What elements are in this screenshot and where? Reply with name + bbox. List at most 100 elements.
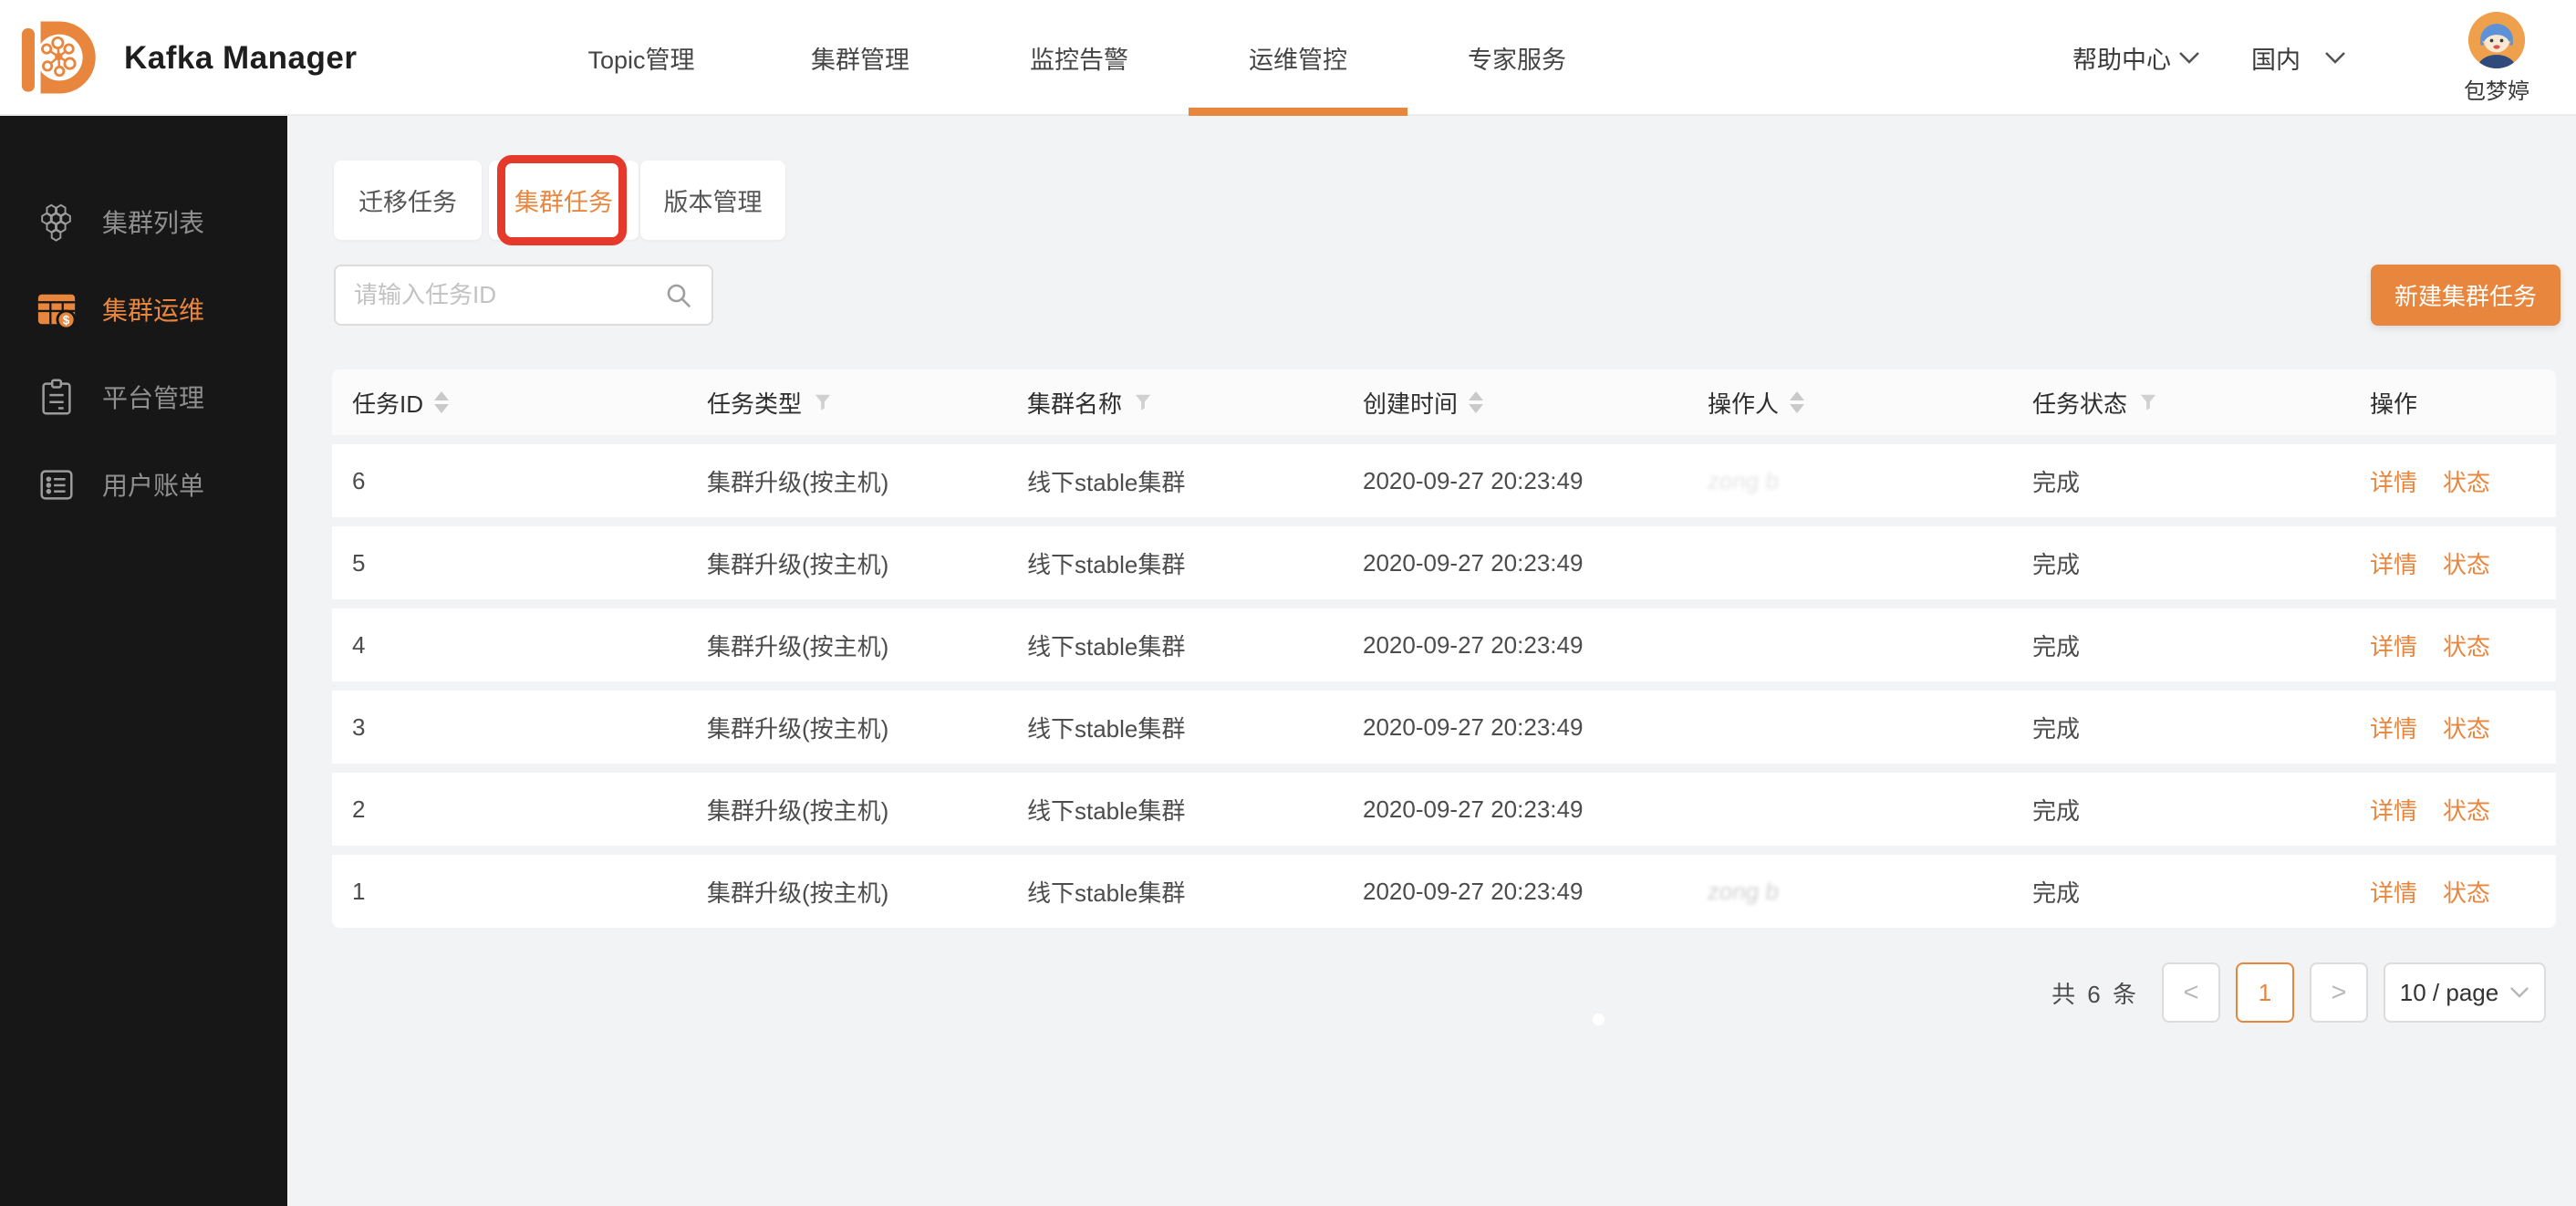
cell-operator-redacted: zong b	[1706, 466, 1781, 494]
sidebar-item-cluster-list[interactable]: 集群列表	[0, 178, 287, 265]
sidebar-item-label: 平台管理	[102, 384, 205, 412]
next-page-button[interactable]: >	[2310, 962, 2368, 1023]
search-input[interactable]	[354, 281, 664, 309]
cell-status: 完成	[2032, 632, 2081, 660]
nav-expert-service[interactable]: 专家服务	[1407, 0, 1626, 116]
page-size-select[interactable]: 10 / page	[2384, 962, 2546, 1023]
sort-icon[interactable]	[1790, 391, 1805, 413]
table-row: 6 集群升级(按主机) 线下stable集群 2020-09-27 20:23:…	[332, 444, 2556, 517]
tab-version-management[interactable]: 版本管理	[640, 161, 785, 240]
cell-task-type: 集群升级(按主机)	[707, 714, 889, 743]
username: 包梦婷	[2464, 79, 2529, 104]
tab-migration-tasks[interactable]: 迁移任务	[334, 161, 482, 240]
nav-cluster-management[interactable]: 集群管理	[751, 0, 970, 116]
sidebar-item-platform-management[interactable]: 平台管理	[0, 353, 287, 441]
sidebar-item-user-billing[interactable]: 用户账单	[0, 441, 287, 528]
table-row: 2 集群升级(按主机) 线下stable集群 2020-09-27 20:23:…	[332, 773, 2556, 846]
column-header-cluster-name: 集群名称	[1027, 386, 1363, 420]
cell-created-at: 2020-09-27 20:23:49	[1363, 548, 1584, 577]
detail-link[interactable]: 详情	[2370, 875, 2417, 909]
cell-task-type: 集群升级(按主机)	[707, 550, 889, 578]
cell-actions: 详情 状态	[2370, 464, 2556, 498]
create-cluster-task-button[interactable]: 新建集群任务	[2371, 265, 2560, 326]
cell-status: 完成	[2032, 714, 2081, 743]
help-center-menu[interactable]: 帮助中心	[2072, 0, 2200, 116]
avatar[interactable]	[2468, 12, 2525, 68]
page-size-value: 10 / page	[2399, 978, 2499, 1006]
nav-topic-management[interactable]: Topic管理	[532, 0, 751, 116]
table-row: 5 集群升级(按主机) 线下stable集群 2020-09-27 20:23:…	[332, 526, 2556, 599]
honeycomb-cluster-icon	[35, 200, 78, 244]
sidebar-item-cluster-ops[interactable]: $ 集群运维	[0, 265, 287, 353]
cell-task-id: 5	[352, 548, 366, 577]
avatar-cartoon-icon	[2468, 12, 2525, 68]
cell-task-id: 4	[352, 630, 366, 659]
current-page-button[interactable]: 1	[2236, 962, 2294, 1023]
cell-status: 完成	[2032, 796, 2081, 825]
top-nav: Topic管理 集群管理 监控告警 运维管控 专家服务	[532, 0, 1626, 116]
prev-page-button[interactable]: <	[2162, 962, 2220, 1023]
cell-task-type: 集群升级(按主机)	[707, 468, 889, 496]
sidebar: 集群列表 $ 集群运维 平台管理 用户账单	[0, 116, 287, 1206]
user-menu[interactable]: 包梦婷	[2459, 12, 2534, 105]
clipboard-icon	[35, 375, 78, 419]
column-header-operator: 操作人	[1708, 386, 2032, 420]
detail-link[interactable]: 详情	[2370, 711, 2417, 744]
sidebar-item-label: 集群运维	[102, 296, 205, 325]
cell-task-type: 集群升级(按主机)	[707, 879, 889, 907]
column-header-actions: 操作	[2370, 390, 2418, 418]
filter-icon[interactable]	[1133, 392, 1153, 412]
cell-actions: 详情 状态	[2370, 546, 2556, 580]
region-label: 国内	[2251, 47, 2301, 74]
cell-created-at: 2020-09-27 20:23:49	[1363, 877, 1584, 905]
ops-grid-coin-icon: $	[35, 287, 78, 331]
column-header-created-at: 创建时间	[1363, 386, 1708, 420]
detail-link[interactable]: 详情	[2370, 464, 2417, 498]
tab-cluster-tasks[interactable]: 集群任务	[489, 155, 639, 245]
tasks-table-header: 任务ID 任务类型 集群名称 创建时间 操作人 任务状态 操作	[332, 369, 2556, 435]
detail-link[interactable]: 详情	[2370, 546, 2417, 580]
table-row: 3 集群升级(按主机) 线下stable集群 2020-09-27 20:23:…	[332, 691, 2556, 764]
cell-cluster-name: 线下stable集群	[1027, 550, 1186, 578]
chevron-down-icon	[2510, 987, 2529, 998]
status-link[interactable]: 状态	[2443, 793, 2490, 827]
task-id-search	[334, 265, 713, 326]
cell-actions: 详情 状态	[2370, 875, 2556, 909]
sort-icon[interactable]	[1469, 391, 1484, 413]
nav-monitoring-alerts[interactable]: 监控告警	[970, 0, 1189, 116]
cell-task-type: 集群升级(按主机)	[707, 796, 889, 825]
search-icon[interactable]	[664, 281, 693, 310]
filter-icon[interactable]	[813, 392, 833, 412]
filter-icon[interactable]	[2138, 392, 2158, 412]
top-bar: Kafka Manager Topic管理 集群管理 监控告警 运维管控 专家服…	[0, 0, 2576, 116]
tab-cluster-tasks-label: 集群任务	[514, 189, 613, 216]
svg-text:$: $	[63, 313, 70, 327]
cell-cluster-name: 线下stable集群	[1027, 879, 1186, 907]
sort-icon[interactable]	[434, 391, 450, 413]
kafka-manager-logo-icon	[21, 21, 96, 94]
table-row: 4 集群升级(按主机) 线下stable集群 2020-09-27 20:23:…	[332, 608, 2556, 681]
nav-ops-control[interactable]: 运维管控	[1189, 0, 1407, 116]
status-link[interactable]: 状态	[2443, 546, 2490, 580]
white-dot-artifact	[1593, 1014, 1605, 1025]
cell-actions: 详情 状态	[2370, 629, 2556, 662]
status-link[interactable]: 状态	[2443, 875, 2490, 909]
cell-actions: 详情 状态	[2370, 711, 2556, 744]
detail-link[interactable]: 详情	[2370, 629, 2417, 662]
billing-list-icon	[35, 463, 78, 506]
region-menu[interactable]: 国内	[2251, 0, 2346, 116]
cell-created-at: 2020-09-27 20:23:49	[1363, 630, 1584, 659]
status-link[interactable]: 状态	[2443, 629, 2490, 662]
app-title: Kafka Manager	[124, 39, 358, 76]
cell-task-id: 6	[352, 466, 366, 494]
detail-link[interactable]: 详情	[2370, 793, 2417, 827]
sidebar-item-label: 集群列表	[102, 209, 205, 237]
help-center-label: 帮助中心	[2072, 47, 2171, 74]
cell-status: 完成	[2032, 879, 2081, 907]
cell-cluster-name: 线下stable集群	[1027, 796, 1186, 825]
status-link[interactable]: 状态	[2443, 711, 2490, 744]
cell-task-id: 3	[352, 712, 366, 741]
status-link[interactable]: 状态	[2443, 464, 2490, 498]
cell-created-at: 2020-09-27 20:23:49	[1363, 466, 1584, 494]
cell-cluster-name: 线下stable集群	[1027, 468, 1186, 496]
